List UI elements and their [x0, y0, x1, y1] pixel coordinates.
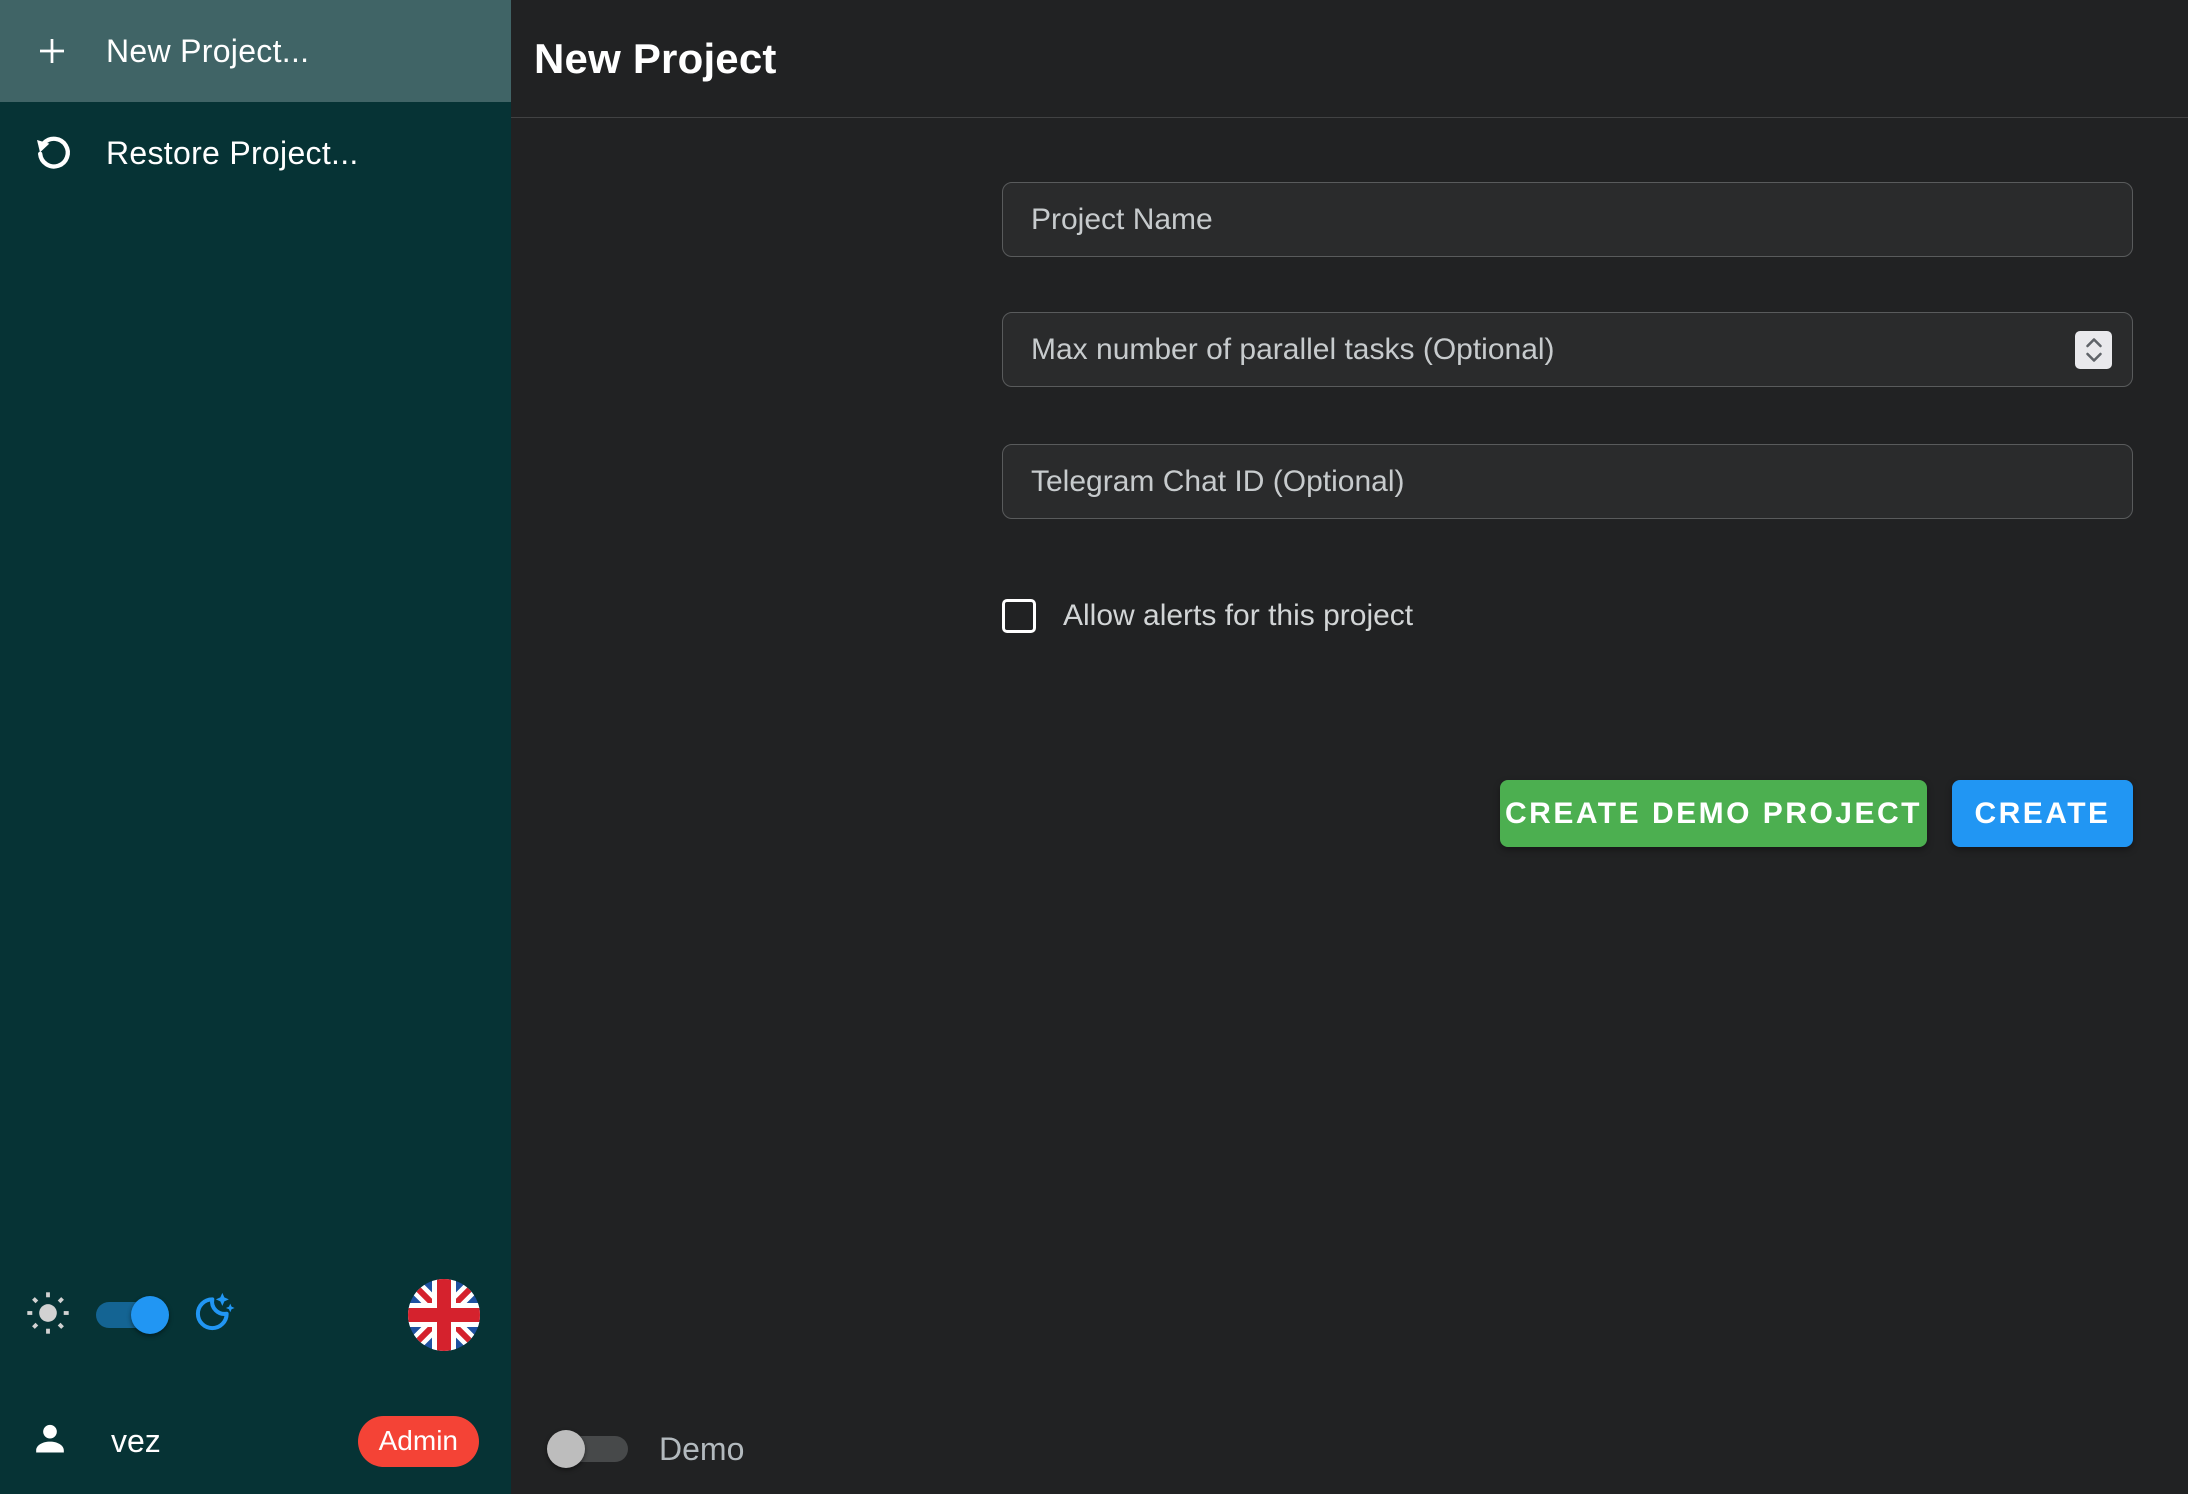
allow-alerts-checkbox[interactable]: [1002, 599, 1036, 633]
telegram-chat-id-input[interactable]: [1003, 445, 2132, 518]
uk-flag-icon[interactable]: [408, 1279, 480, 1351]
demo-toggle[interactable]: [558, 1430, 632, 1468]
sidebar-item-new-project[interactable]: New Project...: [0, 0, 511, 102]
moon-icon: [190, 1290, 236, 1341]
theme-toggle-thumb[interactable]: [131, 1296, 169, 1334]
telegram-chat-id-field: [1002, 444, 2133, 519]
create-demo-project-button[interactable]: CREATE DEMO PROJECT: [1500, 780, 1927, 847]
sun-icon: [25, 1290, 71, 1341]
max-parallel-tasks-field: [1002, 312, 2133, 387]
project-name-input[interactable]: [1003, 183, 2132, 256]
demo-toggle-row: Demo: [558, 1430, 744, 1468]
admin-badge: Admin: [358, 1416, 479, 1467]
user-row: vez Admin: [0, 1415, 511, 1467]
username: vez: [111, 1423, 161, 1460]
up-down-chevrons-icon: [2082, 335, 2106, 365]
page-title: New Project: [534, 35, 777, 83]
create-button[interactable]: CREATE: [1952, 780, 2133, 847]
demo-toggle-label: Demo: [659, 1431, 744, 1468]
restore-icon: [30, 133, 74, 173]
number-stepper[interactable]: [2075, 331, 2112, 369]
allow-alerts-row[interactable]: Allow alerts for this project: [1002, 599, 2133, 633]
theme-toggle[interactable]: [92, 1296, 166, 1334]
max-parallel-tasks-input[interactable]: [1003, 313, 2132, 386]
person-icon: [30, 1419, 70, 1464]
sidebar-bottom: vez Admin: [0, 1289, 511, 1494]
sidebar-item-restore-project[interactable]: Restore Project...: [0, 102, 511, 204]
form-actions: CREATE DEMO PROJECT CREATE: [1002, 780, 2133, 847]
demo-toggle-thumb[interactable]: [547, 1430, 585, 1468]
sidebar: New Project... Restore Project...: [0, 0, 511, 1494]
new-project-form: Allow alerts for this project CREATE DEM…: [511, 118, 2188, 847]
theme-toggle-row: [0, 1289, 511, 1341]
page-header: New Project: [511, 0, 2188, 118]
plus-icon: [30, 33, 74, 69]
allow-alerts-label: Allow alerts for this project: [1063, 599, 1413, 633]
main-panel: New Project Allow alerts for this projec…: [511, 0, 2188, 1494]
sidebar-item-label: Restore Project...: [106, 135, 359, 172]
project-name-field: [1002, 182, 2133, 257]
sidebar-nav: New Project... Restore Project...: [0, 0, 511, 204]
sidebar-item-label: New Project...: [106, 33, 309, 70]
